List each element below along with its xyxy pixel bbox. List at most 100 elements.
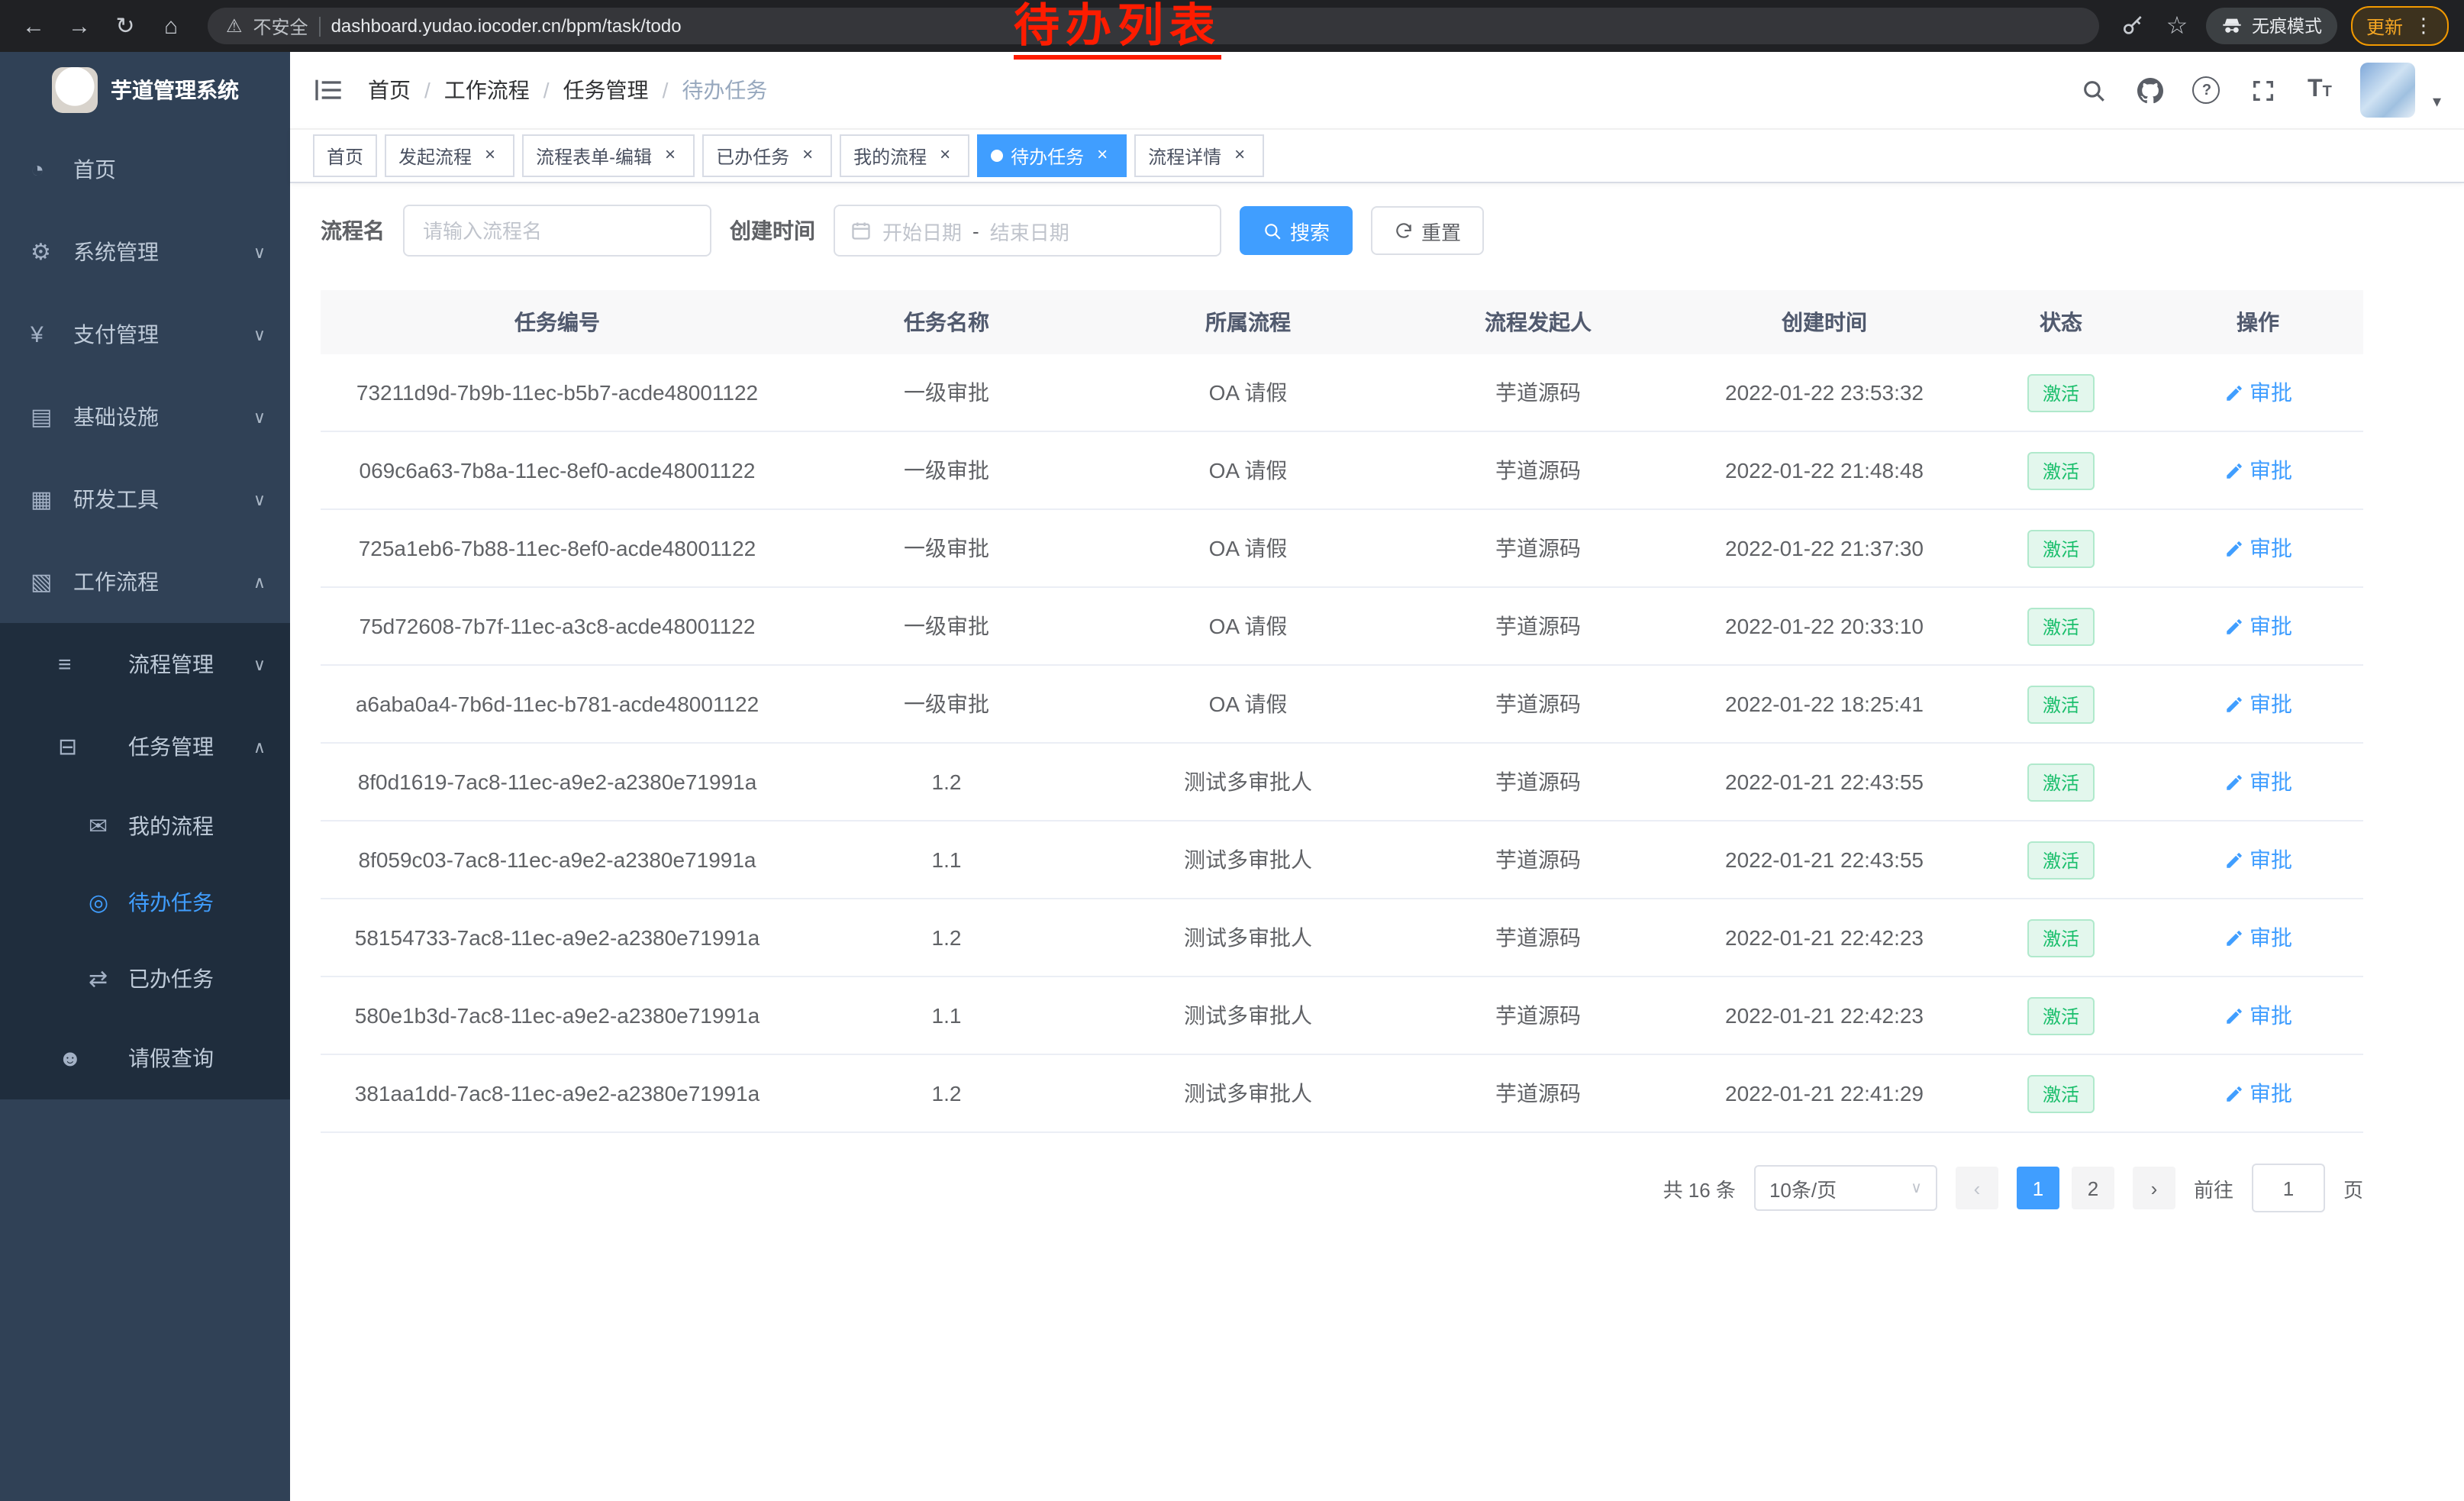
cell-process: OA 请假 [1099,665,1397,743]
approve-link[interactable]: 审批 [2224,1000,2292,1031]
page-button[interactable]: 1 [2017,1167,2059,1209]
status-badge: 激活 [2027,918,2095,957]
sidebar-collapse-icon[interactable] [313,75,343,105]
approve-link[interactable]: 审批 [2224,377,2292,408]
sidebar-item-infrastructure[interactable]: ▤基础设施∨ [0,376,290,458]
table-row: 725a1eb6-7b88-11ec-8ef0-acde48001122一级审批… [321,509,2363,587]
approve-link[interactable]: 审批 [2224,689,2292,719]
cell-task-name: 1.2 [794,1054,1099,1132]
approve-link[interactable]: 审批 [2224,611,2292,641]
update-button[interactable]: 更新 ⋮ [2351,6,2449,46]
address-bar[interactable]: ⚠ 不安全 dashboard.yudao.iocoder.cn/bpm/tas… [208,8,2099,44]
sidebar-item-label: 已办任务 [128,964,290,994]
reload-icon[interactable]: ↻ [107,8,144,44]
view-tab[interactable]: 已办任务× [702,134,832,177]
status-badge: 激活 [2027,373,2095,412]
sidebar-item-process-management[interactable]: ≡流程管理∨ [0,623,290,705]
key-icon[interactable] [2117,11,2148,41]
cell-process: OA 请假 [1099,354,1397,431]
reset-button-label: 重置 [1421,216,1461,245]
cell-starter: 芋道源码 [1397,509,1679,587]
reset-button[interactable]: 重置 [1371,206,1484,255]
page-size-value: 10条/页 [1769,1173,1837,1202]
chevron-up-icon: ∧ [253,737,266,757]
approve-link[interactable]: 审批 [2224,922,2292,953]
goto-page-input[interactable] [2252,1164,2325,1212]
github-icon[interactable] [2135,75,2166,105]
address-divider [319,16,321,36]
sidebar-item-my-process[interactable]: ✉我的流程 [0,788,290,864]
cell-status: 激活 [1969,665,2153,743]
next-page-button[interactable]: › [2133,1167,2175,1209]
sidebar-item-payment-management[interactable]: ¥支付管理∨ [0,293,290,376]
cell-task-id: 069c6a63-7b8a-11ec-8ef0-acde48001122 [321,431,794,509]
fullscreen-icon[interactable] [2248,75,2279,105]
caret-down-icon[interactable]: ▾ [2433,92,2441,118]
view-tab[interactable]: 发起流程 × [385,134,514,177]
table-row: 069c6a63-7b8a-11ec-8ef0-acde48001122一级审批… [321,431,2363,509]
cell-task-name: 一级审批 [794,431,1099,509]
tab-label: 我的流程 [853,143,927,169]
font-size-icon[interactable] [2304,75,2335,105]
sidebar-item-leave-query[interactable]: ☻请假查询 [0,1017,290,1099]
breadcrumb-separator: / [424,78,431,102]
approve-link-label: 审批 [2250,767,2292,797]
star-icon[interactable]: ☆ [2162,11,2192,41]
sidebar-item-system-management[interactable]: ⚙系统管理∨ [0,211,290,293]
prev-page-button[interactable]: ‹ [1956,1167,1998,1209]
close-icon[interactable]: × [934,145,956,166]
table-row: 58154733-7ac8-11ec-a9e2-a2380e71991a1.2测… [321,899,2363,976]
approve-link[interactable]: 审批 [2224,1078,2292,1109]
approve-link[interactable]: 审批 [2224,455,2292,486]
sidebar-item-home[interactable]: ◔首页 [0,128,290,211]
breadcrumb-item[interactable]: 任务管理 [563,75,649,105]
search-icon [1263,221,1282,240]
approve-link[interactable]: 审批 [2224,844,2292,875]
view-tab[interactable]: 我的流程 × [840,134,969,177]
sidebar-item-done-task[interactable]: ⇄已办任务 [0,941,290,1017]
page-button[interactable]: 2 [2072,1167,2114,1209]
close-icon[interactable]: × [1229,145,1250,166]
sidebar-item-todo-task[interactable]: ◎待办任务 [0,864,290,941]
approve-link[interactable]: 审批 [2224,767,2292,797]
view-tab[interactable]: 流程表单-编辑× [522,134,695,177]
close-icon[interactable]: × [797,145,818,166]
view-tab[interactable]: 首页 [313,134,377,177]
cell-task-name: 一级审批 [794,354,1099,431]
table-row: 75d72608-7b7f-11ec-a3c8-acde48001122一级审批… [321,587,2363,665]
date-range-picker[interactable]: 开始日期 - 结束日期 [834,205,1221,257]
back-icon[interactable]: ← [15,8,52,44]
app-logo[interactable]: 芋道管理系统 [0,52,290,128]
approve-link[interactable]: 审批 [2224,533,2292,563]
tab-label: 发起流程 [398,143,472,169]
breadcrumb-item[interactable]: 工作流程 [444,75,530,105]
sidebar-item-label: 待办任务 [128,887,290,918]
search-button[interactable]: 搜索 [1240,206,1353,255]
search-icon[interactable] [2079,75,2109,105]
home-icon[interactable]: ⌂ [153,8,189,44]
close-icon[interactable]: × [479,145,501,166]
view-tab[interactable]: 待办任务 × [977,134,1127,177]
cell-starter: 芋道源码 [1397,821,1679,899]
sidebar-item-workflow[interactable]: ▧工作流程∧ [0,541,290,623]
sidebar-item-dev-tools[interactable]: ▦研发工具∨ [0,458,290,541]
forward-icon[interactable]: → [61,8,98,44]
view-tab[interactable]: 流程详情× [1134,134,1264,177]
security-label: 不安全 [253,13,308,39]
process-name-input[interactable] [420,218,695,244]
close-icon[interactable]: × [1092,145,1113,166]
more-menu-icon[interactable]: ⋮ [2414,14,2433,38]
cell-create-time: 2022-01-21 22:42:23 [1679,976,1969,1054]
avatar[interactable] [2361,63,2416,118]
col-create-time: 创建时间 [1679,290,1969,354]
close-icon[interactable]: × [660,145,681,166]
cell-actions: 审批 [2153,354,2363,431]
page-content: 流程名 创建时间 开始日期 - 结束日期 搜索 [290,183,2464,1501]
page-size-select[interactable]: 10条/页 ∨ [1754,1165,1937,1211]
help-icon[interactable] [2191,75,2222,105]
tab-label: 待办任务 [1011,143,1084,169]
sidebar-item-task-management[interactable]: ⊟任务管理∧ [0,705,290,788]
breadcrumb-item[interactable]: 首页 [368,75,411,105]
page-url: dashboard.yudao.iocoder.cn/bpm/task/todo [331,15,682,37]
browser-actions: ☆ 无痕模式 更新 ⋮ [2117,6,2449,46]
